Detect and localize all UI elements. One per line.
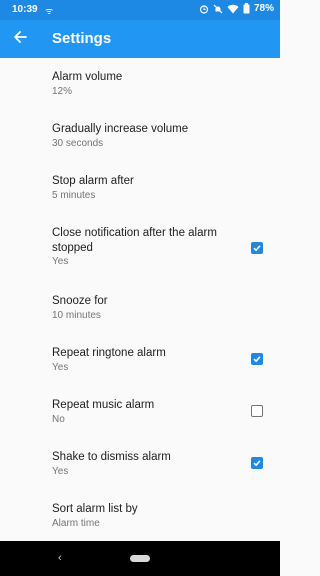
navigation-bar: ‹ — [0, 541, 280, 576]
battery-percent: 78% — [253, 3, 274, 14]
setting-title: Close notification after the alarm stopp… — [52, 227, 217, 254]
setting-title: Repeat music alarm — [52, 399, 155, 411]
repeat-ringtone-checkbox[interactable] — [251, 353, 263, 365]
back-arrow-icon[interactable] — [11, 28, 29, 46]
settings-list: Alarm volume 12% Gradually increase volu… — [0, 58, 280, 542]
setting-summary: 30 seconds — [52, 138, 104, 149]
setting-title: Sort alarm list by — [52, 503, 138, 515]
setting-summary: Yes — [52, 362, 69, 373]
setting-snooze-for[interactable]: Snooze for 10 minutes — [0, 282, 280, 334]
setting-summary: Yes — [52, 256, 69, 267]
setting-sort-alarm-list[interactable]: Sort alarm list by Alarm time — [0, 490, 280, 542]
setting-summary: 5 minutes — [52, 190, 96, 201]
notifications-off-icon — [213, 4, 223, 13]
setting-alarm-volume[interactable]: Alarm volume 12% — [0, 58, 280, 110]
setting-title: Stop alarm after — [52, 175, 134, 187]
wifi-icon — [227, 4, 239, 13]
nav-home-pill[interactable] — [130, 555, 150, 562]
setting-summary: 12% — [52, 86, 73, 97]
setting-repeat-music[interactable]: Repeat music alarm No — [0, 386, 280, 438]
setting-close-notification[interactable]: Close notification after the alarm stopp… — [0, 214, 280, 282]
status-bar: 10:39 ᯤ 78% — [0, 0, 280, 20]
status-icons: 78% — [199, 3, 274, 14]
repeat-music-checkbox[interactable] — [251, 405, 263, 417]
app-bar: Settings — [0, 20, 280, 58]
setting-summary: No — [52, 414, 65, 425]
shake-to-dismiss-checkbox[interactable] — [251, 457, 263, 469]
setting-title: Alarm volume — [52, 71, 123, 83]
page-title: Settings — [52, 30, 112, 47]
nav-back-icon[interactable]: ‹ — [58, 552, 62, 564]
setting-repeat-ringtone[interactable]: Repeat ringtone alarm Yes — [0, 334, 280, 386]
setting-title: Shake to dismiss alarm — [52, 451, 171, 463]
close-notification-checkbox[interactable] — [251, 242, 263, 254]
setting-summary: Alarm time — [52, 518, 100, 529]
setting-title: Gradually increase volume — [52, 123, 189, 135]
setting-gradually-increase-volume[interactable]: Gradually increase volume 30 seconds — [0, 110, 280, 162]
setting-title: Repeat ringtone alarm — [52, 347, 166, 359]
setting-summary: Yes — [52, 466, 69, 477]
notification-icon: ᯤ — [45, 6, 54, 16]
status-time: 10:39 — [12, 4, 38, 15]
setting-shake-to-dismiss[interactable]: Shake to dismiss alarm Yes — [0, 438, 280, 490]
setting-summary: 10 minutes — [52, 310, 101, 321]
setting-title: Snooze for — [52, 295, 108, 307]
battery-icon — [243, 3, 250, 14]
setting-stop-alarm-after[interactable]: Stop alarm after 5 minutes — [0, 162, 280, 214]
alarm-icon — [199, 4, 209, 14]
